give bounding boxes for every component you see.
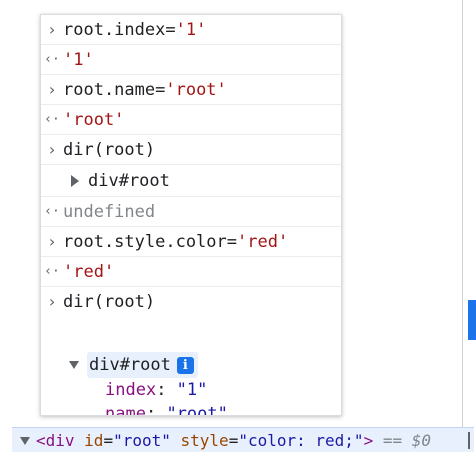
object-property: index: "1" [105, 380, 208, 400]
attr-name-id: id [84, 431, 104, 450]
input-code: root.style.color= [63, 231, 237, 252]
input-string: 'root' [165, 79, 227, 100]
console-output-row: ‹· undefined [41, 196, 341, 227]
attr-name-style: style [180, 431, 229, 450]
output-value: '1' [63, 49, 94, 70]
console-input-row[interactable]: › dir(root) [41, 287, 341, 316]
panel-divider[interactable] [462, 0, 463, 430]
property-value: "root" [166, 404, 228, 416]
input-code: dir(root) [63, 291, 156, 312]
expand-element-icon[interactable] [20, 436, 30, 445]
console-output-row: ‹· '1' [41, 45, 341, 75]
side-panel-accent [468, 300, 476, 340]
object-chip[interactable]: div#root i [87, 352, 198, 378]
console-output-row: ‹· 'root' [41, 105, 341, 135]
expanded-object-header[interactable]: div#root i [41, 352, 341, 378]
property-value: "1" [176, 380, 208, 400]
input-string: '1' [175, 19, 207, 40]
element-close-bracket: > [363, 431, 374, 450]
input-code: root.index= [63, 19, 176, 40]
console-input-row[interactable]: › root.name='root' [41, 75, 341, 105]
output-value: 'red' [63, 261, 115, 282]
collapse-triangle-icon[interactable] [69, 361, 79, 369]
input-code: root.name= [63, 79, 166, 100]
input-code: dir(root) [63, 139, 156, 160]
devtools-page: › root.index= '1' ‹· '1' › root.name='roo… [0, 0, 476, 452]
result-icon: ‹· [44, 112, 60, 127]
object-property: name: "root" [41, 402, 341, 416]
selected-element-marker: == $0 [382, 431, 432, 450]
element-open-tag: <div [36, 431, 75, 450]
attr-value-style: "color: red;" [238, 431, 364, 450]
console-output-row: ‹· 'red' [41, 257, 341, 287]
object-label: div#root [89, 355, 171, 375]
expanded-object: div#root i index: "1" name: "root" … ' (… [41, 316, 341, 416]
attr-value-id: "root" [113, 431, 171, 450]
property-key: name [105, 404, 146, 416]
console-input-row[interactable]: › dir(root) [41, 135, 341, 165]
output-undefined: undefined [63, 201, 156, 222]
console-popup: › root.index= '1' ‹· '1' › root.name='roo… [40, 14, 342, 416]
selected-element-bar[interactable]: <div id = "root" style = "color: red;" > == $… [12, 427, 474, 452]
console-input-row[interactable]: › root.style.color='red' [41, 227, 341, 257]
result-icon: ‹· [44, 204, 60, 219]
prompt-icon: › [47, 292, 57, 311]
expand-triangle-icon[interactable] [71, 174, 79, 187]
prompt-icon: › [47, 140, 57, 159]
result-icon: ‹· [44, 264, 60, 279]
prompt-icon: › [47, 80, 57, 99]
scroll-indicator [468, 432, 470, 449]
property-key: index [105, 380, 157, 400]
input-string: 'red' [237, 231, 289, 252]
prompt-icon: › [47, 232, 57, 251]
object-label[interactable]: div#root [88, 171, 170, 191]
prompt-icon: › [47, 20, 57, 39]
collapsed-object-row[interactable]: div#root [41, 165, 341, 196]
output-value: 'root' [63, 109, 125, 130]
console-input-row[interactable]: › root.index= '1' [41, 15, 341, 45]
info-icon[interactable]: i [176, 356, 194, 374]
result-icon: ‹· [44, 52, 60, 67]
